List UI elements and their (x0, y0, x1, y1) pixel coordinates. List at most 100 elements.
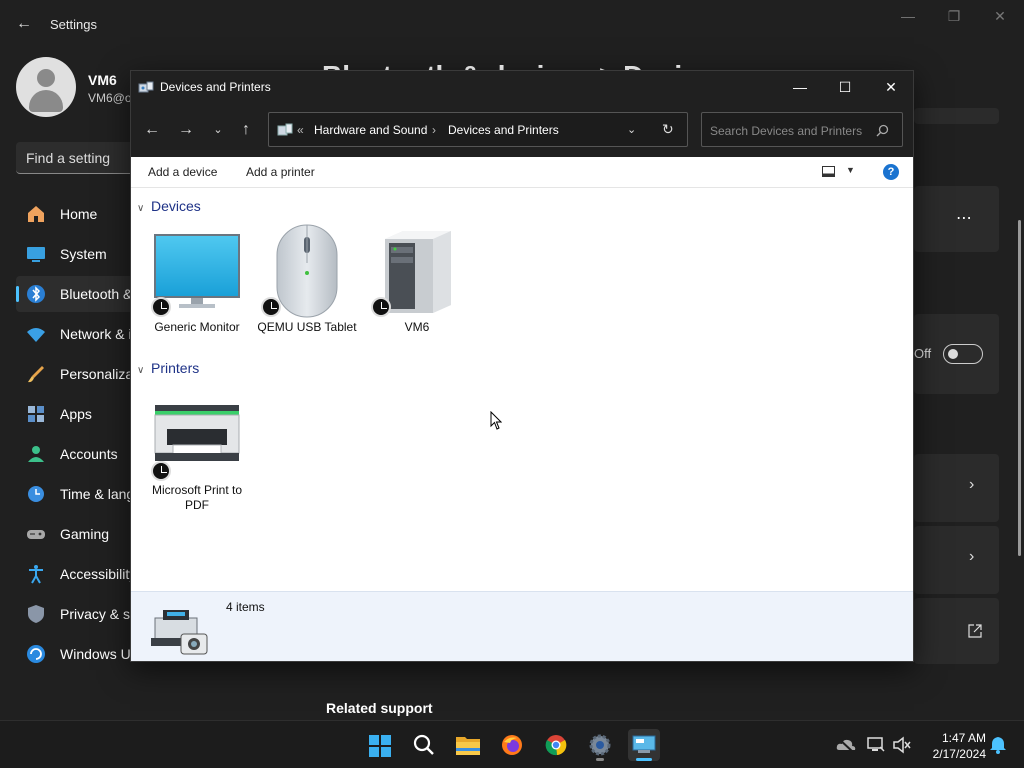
printer-item[interactable]: Microsoft Print to PDF (147, 391, 247, 515)
group-header-printers[interactable]: ∨ Printers (137, 360, 199, 376)
breadcrumb-separator-icon: › (432, 123, 436, 137)
sidebar-item-privacy[interactable]: Privacy & security (16, 596, 171, 632)
address-bar[interactable]: « Hardware and Sound › Devices and Print… (268, 112, 688, 147)
sidebar-item-network[interactable]: Network & internet (16, 316, 175, 352)
device-label: QEMU USB Tablet (257, 320, 357, 334)
settings-card (914, 108, 999, 124)
sidebar-item-label: Accessibility (60, 566, 137, 582)
close-button[interactable]: ✕ (869, 75, 913, 99)
scrollbar[interactable] (1018, 220, 1021, 556)
taskbar: 1:47 AM 2/17/2024 (0, 720, 1024, 768)
sidebar-item-bluetooth[interactable]: Bluetooth & devices (16, 276, 184, 312)
view-options-icon[interactable] (822, 166, 835, 177)
help-icon[interactable]: ? (883, 164, 899, 180)
devices-printers-icon (138, 81, 154, 93)
chevron-right-icon: › (969, 476, 975, 493)
clock[interactable]: 1:47 AM 2/17/2024 (920, 730, 986, 762)
refresh-icon[interactable]: ↻ (662, 121, 674, 138)
sidebar-item-system[interactable]: System (16, 236, 136, 272)
more-options-icon[interactable]: ⋯ (956, 208, 973, 228)
sidebar-item-apps[interactable]: Apps (16, 396, 136, 432)
device-item[interactable]: VM6 (367, 221, 467, 351)
chevron-down-icon: ∨ (137, 365, 145, 376)
notification-bell-icon[interactable] (988, 735, 1008, 755)
settings-card[interactable] (914, 598, 999, 664)
dp-window-title: Devices and Printers (160, 80, 271, 94)
sidebar-item-gaming[interactable]: Gaming (16, 516, 136, 552)
address-dropdown-icon[interactable]: ⌄ (627, 123, 636, 136)
user-name: VM6 (88, 72, 117, 88)
sidebar-item-accessibility[interactable]: Accessibility (16, 556, 136, 592)
start-icon (369, 735, 391, 757)
minimize-button[interactable]: — (778, 75, 822, 99)
running-indicator (636, 758, 652, 761)
computer-tower-icon (385, 231, 451, 313)
control-panel-icon (632, 735, 656, 753)
forward-arrow-icon[interactable]: → (173, 117, 199, 143)
taskbar-firefox[interactable] (496, 729, 528, 761)
address-toolbar: ← → ⌄ ↑ « Hardware and Sound › Devices a… (131, 103, 913, 157)
home-icon (28, 206, 44, 222)
taskbar-search-button[interactable] (408, 729, 440, 761)
clock-time: 1:47 AM (941, 731, 986, 745)
sidebar-item-windows-update[interactable]: Windows Update (16, 636, 166, 672)
settings-card[interactable]: › (914, 526, 999, 594)
settings-titlebar: ← Settings — ❐ ✕ (0, 0, 1024, 48)
back-arrow-icon[interactable]: ← (139, 117, 165, 143)
status-clock-icon (261, 297, 281, 317)
sidebar-item-accounts[interactable]: Accounts (16, 436, 136, 472)
sidebar-item-home[interactable]: Home (16, 196, 136, 232)
avatar[interactable] (16, 57, 76, 117)
update-icon (27, 645, 45, 663)
close-button[interactable]: ✕ (986, 8, 1014, 28)
device-label: VM6 (404, 320, 430, 334)
command-bar: Add a device Add a printer ▼ ? (131, 157, 913, 188)
sidebar-item-time[interactable]: Time & language (16, 476, 165, 512)
bluetooth-icon (27, 285, 45, 303)
shield-icon (28, 605, 44, 623)
breadcrumb-devices-printers[interactable]: Devices and Printers (448, 123, 559, 137)
network-icon[interactable] (866, 735, 886, 755)
sidebar-item-label: Apps (60, 406, 92, 422)
volume-muted-icon[interactable] (892, 735, 912, 755)
add-printer-button[interactable]: Add a printer (246, 165, 315, 179)
back-arrow-icon[interactable]: ← (14, 14, 34, 34)
taskbar-chrome[interactable] (540, 729, 572, 761)
start-button[interactable] (364, 729, 396, 761)
device-label: Generic Monitor (154, 320, 240, 334)
taskbar-file-explorer[interactable] (452, 729, 484, 761)
status-clock-icon (151, 461, 171, 481)
mouse-cursor-icon (490, 411, 502, 430)
restore-button[interactable]: ❐ (940, 8, 968, 28)
group-header-devices[interactable]: ∨ Devices (137, 198, 201, 214)
taskbar-settings[interactable] (584, 729, 616, 761)
clock-date: 2/17/2024 (932, 747, 986, 761)
control-panel-icon (277, 123, 293, 136)
breadcrumb-hardware-sound[interactable]: Hardware and Sound (314, 123, 427, 137)
file-explorer-icon (456, 737, 480, 755)
settings-card[interactable]: › (914, 454, 999, 522)
maximize-button[interactable]: ☐ (823, 75, 867, 99)
device-item[interactable]: QEMU USB Tablet (257, 221, 357, 351)
add-device-button[interactable]: Add a device (148, 165, 217, 179)
taskbar-control-panel[interactable] (628, 729, 660, 761)
mouse-icon (276, 224, 338, 318)
recent-locations-chevron-icon[interactable]: ⌄ (205, 117, 231, 143)
up-arrow-icon[interactable]: ↑ (233, 117, 259, 143)
find-setting-input[interactable]: Find a setting (16, 142, 146, 174)
settings-card: Off (914, 314, 999, 394)
onedrive-offline-icon[interactable] (836, 735, 856, 755)
settings-card[interactable]: ⋯ (914, 186, 999, 252)
chevron-right-icon: › (969, 548, 975, 565)
device-item[interactable]: Generic Monitor (147, 221, 247, 351)
toggle-switch[interactable] (943, 344, 983, 364)
search-placeholder: Search Devices and Printers (710, 124, 863, 138)
search-input[interactable]: Search Devices and Printers (701, 112, 903, 147)
view-dropdown-icon[interactable]: ▼ (846, 165, 855, 175)
sidebar-item-label: System (60, 246, 107, 262)
devices-printers-large-icon (151, 610, 208, 655)
minimize-button[interactable]: — (894, 8, 922, 28)
toggle-state-label: Off (914, 346, 932, 361)
sidebar-item-personalization[interactable]: Personalization (16, 356, 156, 392)
breadcrumb-overflow[interactable]: « (297, 123, 304, 137)
